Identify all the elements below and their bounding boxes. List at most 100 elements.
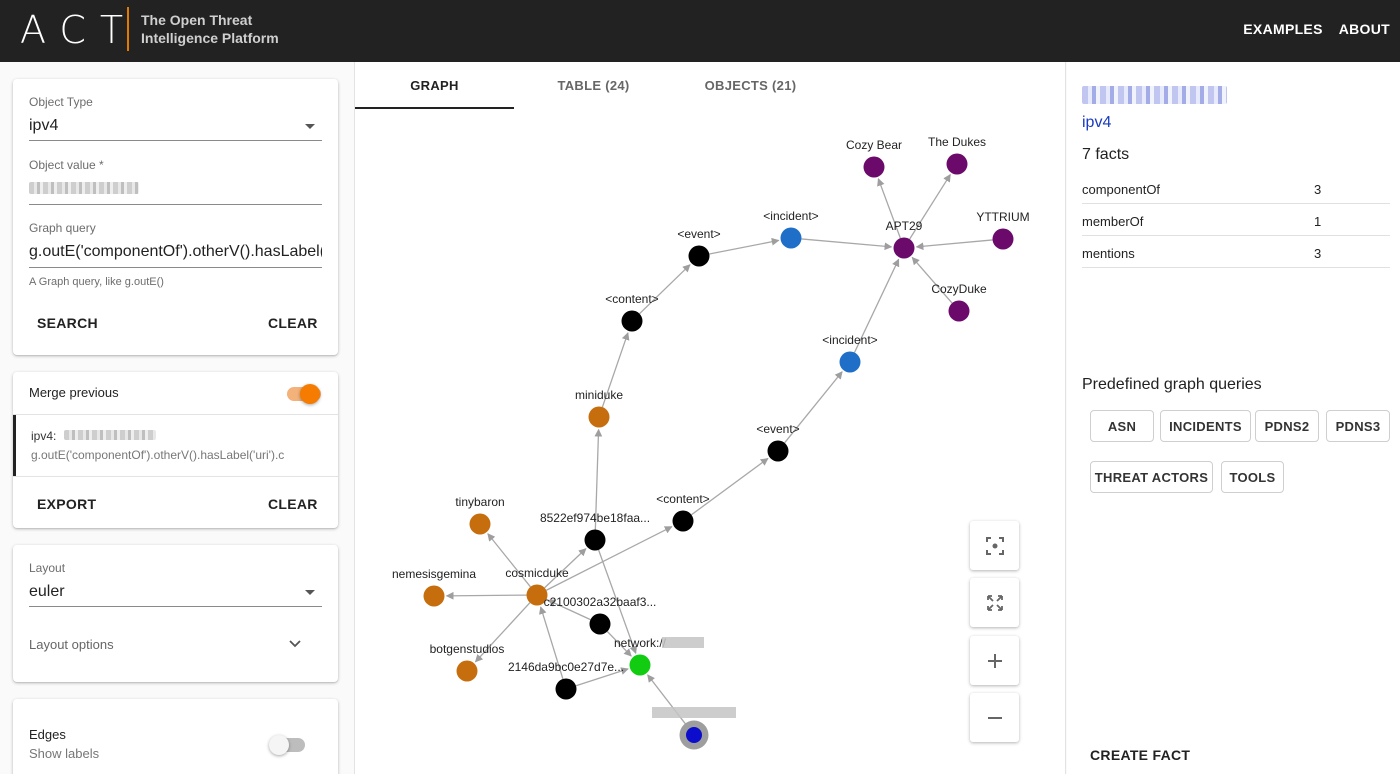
query-threat-actors-button[interactable]: THREAT ACTORS — [1090, 461, 1213, 493]
edges-title: Edges — [29, 727, 66, 742]
graph-edge[interactable] — [801, 238, 893, 251]
graph-edge[interactable] — [445, 591, 527, 600]
graph-node-label: The Dukes — [928, 135, 986, 149]
app-subtitle-line2: Intelligence Platform — [141, 30, 279, 46]
graph-node-label: Cozy Bear — [846, 138, 902, 152]
graph-node-incident1[interactable] — [780, 227, 802, 249]
fit-icon-glyph — [985, 536, 1004, 555]
fact-row[interactable]: mentions 3 — [1082, 236, 1390, 268]
graph-node-hash1[interactable] — [584, 529, 606, 551]
predefined-queries-title: Predefined graph queries — [1082, 376, 1262, 393]
graph-node-network[interactable] — [629, 654, 651, 676]
chevron-down-icon[interactable] — [305, 124, 315, 129]
chevron-down-icon[interactable] — [288, 639, 302, 649]
layout-underline — [29, 606, 322, 607]
graph-node-label: nemesisgemina — [392, 567, 476, 581]
search-button[interactable]: SEARCH — [37, 315, 98, 331]
show-labels-toggle[interactable] — [269, 735, 289, 755]
graph-node-cozybear[interactable] — [863, 156, 885, 178]
nav-examples[interactable]: EXAMPLES — [1243, 21, 1322, 37]
graph-node-label: network:// — [614, 636, 667, 650]
graph-edge[interactable] — [691, 457, 769, 516]
graph-panel: GRAPH TABLE (24) OBJECTS (21) Cozy Bear T… — [354, 62, 1066, 774]
redacted-value — [652, 707, 736, 718]
graph-canvas[interactable]: Cozy Bear The Dukes YTTRIUM CozyDuke APT29 <i… — [355, 62, 1067, 774]
graph-node-incident2[interactable] — [839, 351, 861, 373]
graph-node-ip[interactable] — [686, 727, 702, 743]
graph-node-botgenstudios[interactable] — [456, 660, 478, 682]
graph-node-apt29[interactable] — [893, 237, 915, 259]
object-type-select[interactable]: ipv4 — [29, 117, 299, 135]
zoom-out-icon[interactable] — [970, 693, 1019, 742]
graph-node-content2[interactable] — [672, 510, 694, 532]
logo-divider — [127, 7, 129, 51]
app-logo[interactable]: ACT — [20, 8, 137, 52]
layout-select[interactable]: euler — [29, 583, 299, 601]
graph-node-nemesisgemina[interactable] — [423, 585, 445, 607]
fact-count: 3 — [1314, 182, 1322, 197]
graph-query-input[interactable]: g.outE('componentOf').otherV().hasLabel( — [29, 243, 322, 261]
query-pdns3-button[interactable]: PDNS3 — [1326, 410, 1390, 442]
fact-row[interactable]: memberOf 1 — [1082, 204, 1390, 236]
graph-node-label: <event> — [756, 422, 799, 436]
object-type-link[interactable]: ipv4 — [1082, 114, 1111, 132]
graph-edge[interactable] — [647, 674, 689, 728]
details-panel: ipv4 7 facts componentOf 3 memberOf 1 me… — [1067, 62, 1400, 774]
layout-options-label[interactable]: Layout options — [29, 637, 114, 652]
clear-merge-button[interactable]: CLEAR — [268, 496, 318, 512]
app-header: ACT The Open Threat Intelligence Platfor… — [0, 0, 1400, 62]
clear-search-button[interactable]: CLEAR — [268, 315, 318, 331]
graph-node-hash3[interactable] — [555, 678, 577, 700]
merge-toggle[interactable] — [300, 384, 320, 404]
graph-node-label: c2100302a32baaf3... — [544, 595, 657, 609]
redacted-value — [662, 637, 704, 648]
search-card: Object Type ipv4 Object value * Graph qu… — [13, 79, 338, 355]
app-subtitle-line1: The Open Threat — [141, 12, 253, 28]
graph-node-event1[interactable] — [688, 245, 710, 267]
object-value-input[interactable] — [29, 182, 139, 194]
query-incidents-button[interactable]: INCIDENTS — [1160, 410, 1251, 442]
graph-node-yttrium[interactable] — [992, 228, 1014, 250]
zoom-in-icon[interactable] — [970, 636, 1019, 685]
fit-icon[interactable] — [970, 521, 1019, 570]
merge-card: Merge previous ipv4: g.outE('componentOf… — [13, 372, 338, 528]
graph-node-label: miniduke — [575, 388, 623, 402]
graph-edge[interactable] — [639, 264, 691, 315]
graph-edge[interactable] — [709, 237, 780, 255]
chevron-down-icon[interactable] — [305, 590, 315, 595]
query-tools-button[interactable]: TOOLS — [1221, 461, 1284, 493]
nav-about[interactable]: ABOUT — [1339, 21, 1390, 37]
zoom-in-icon-glyph — [987, 653, 1002, 668]
fact-name: mentions — [1082, 246, 1135, 261]
fact-name: componentOf — [1082, 182, 1161, 197]
graph-node-label: botgenstudios — [430, 642, 505, 656]
history-item[interactable]: ipv4: g.outE('componentOf').otherV().has… — [13, 415, 338, 476]
create-fact-button[interactable]: CREATE FACT — [1090, 747, 1190, 763]
object-type-label: Object Type — [29, 95, 93, 109]
graph-edge[interactable] — [911, 256, 953, 304]
graph-edge[interactable] — [915, 239, 993, 251]
graph-node-miniduke[interactable] — [588, 406, 610, 428]
export-button[interactable]: EXPORT — [37, 496, 96, 512]
graph-node-label: <content> — [605, 292, 658, 306]
graph-node-label: <event> — [677, 227, 720, 241]
fact-name: memberOf — [1082, 214, 1144, 229]
graph-node-event2[interactable] — [767, 440, 789, 462]
object-value-title — [1082, 86, 1227, 104]
graph-node-label: 2146da9bc0e27d7e... — [508, 660, 624, 674]
graph-node-thedukes[interactable] — [946, 153, 968, 175]
query-asn-button[interactable]: ASN — [1090, 410, 1154, 442]
query-pdns2-button[interactable]: PDNS2 — [1255, 410, 1319, 442]
fact-count: 1 — [1314, 214, 1322, 229]
graph-node-label: <content> — [656, 492, 709, 506]
graph-node-tinybaron[interactable] — [469, 513, 491, 535]
graph-node-cozyduke[interactable] — [948, 300, 970, 322]
graph-node-content1[interactable] — [621, 310, 643, 332]
fact-row[interactable]: componentOf 3 — [1082, 172, 1390, 204]
graph-query-helper: A Graph query, like g.outE() — [29, 276, 164, 288]
facts-title: 7 facts — [1082, 146, 1130, 163]
graph-node-hash2[interactable] — [589, 613, 611, 635]
fullscreen-icon[interactable] — [970, 578, 1019, 627]
object-value-label: Object value * — [29, 158, 104, 172]
fact-count: 3 — [1314, 246, 1322, 261]
